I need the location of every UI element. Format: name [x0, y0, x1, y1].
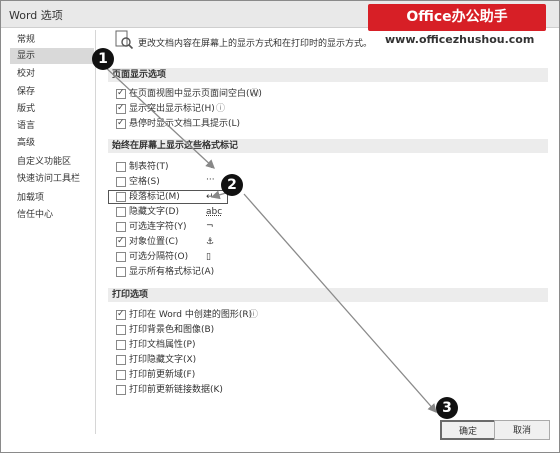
callout-badge-one: 1 — [92, 48, 114, 70]
callout-arrows — [103, 65, 437, 413]
callout-badge-three: 3 — [436, 397, 458, 419]
arrow-three — [243, 193, 437, 413]
arrow-one — [103, 65, 215, 169]
callout-badge-two: 2 — [221, 174, 243, 196]
arrow-two — [210, 190, 227, 200]
